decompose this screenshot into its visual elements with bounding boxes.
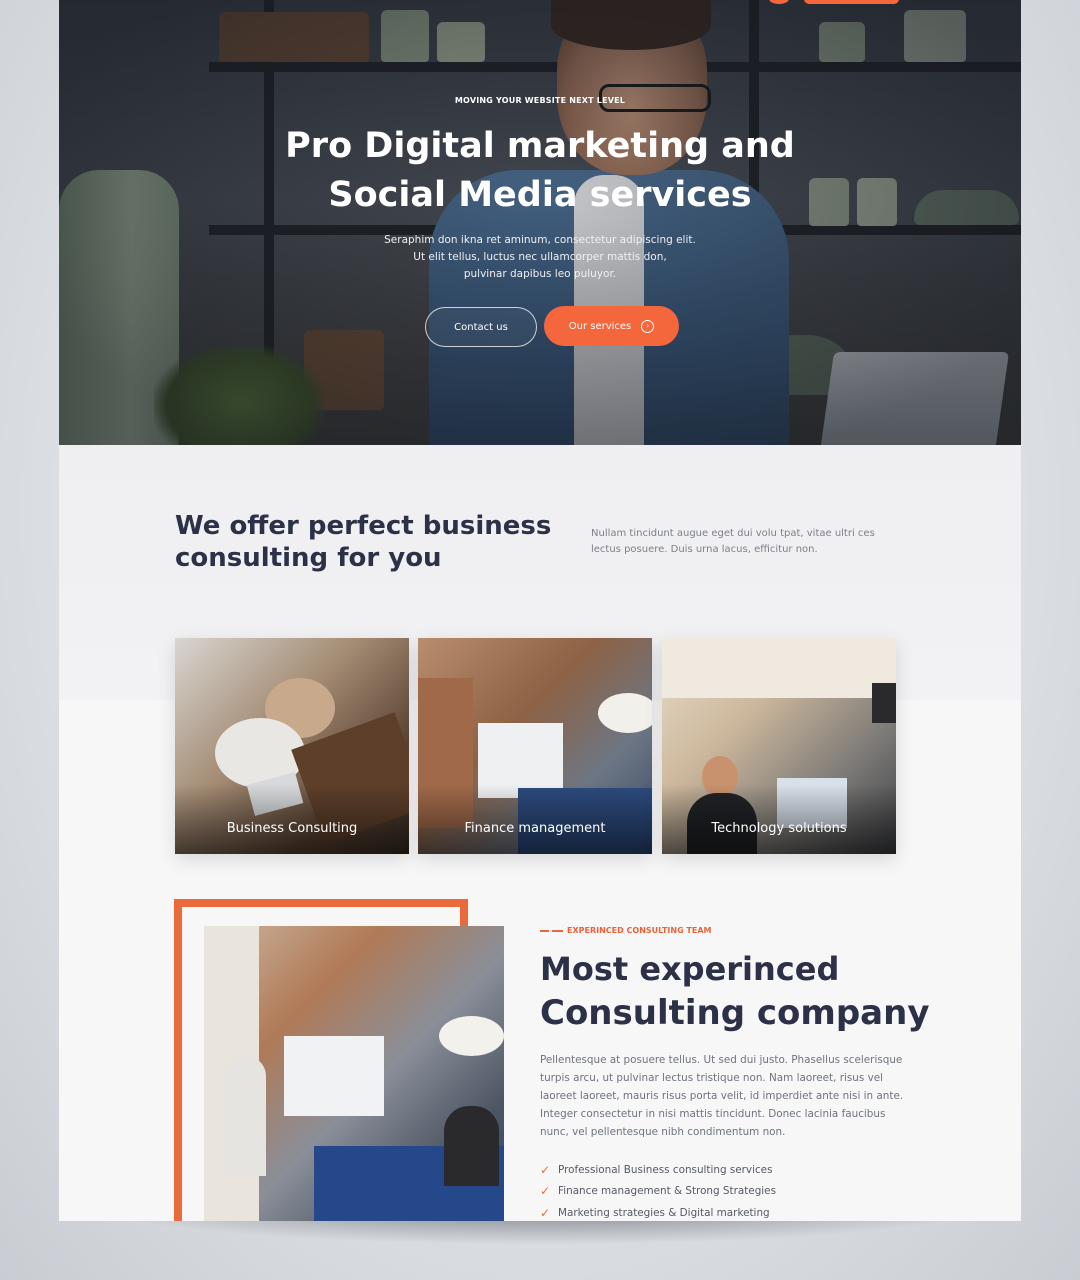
hero-title: Pro Digital marketing and Social Media s… — [59, 122, 1021, 220]
feature-label: Marketing strategies & Digital marketing — [558, 1206, 770, 1219]
offer-title-line1: We offer perfect business — [175, 511, 552, 541]
photo-detail — [284, 1036, 384, 1116]
feature-list-item: ✓ Professional Business consulting servi… — [540, 1159, 776, 1181]
arrow-right-circle-icon: › — [641, 319, 655, 333]
hero-text-line1: Seraphim don ikna ret aminum, consectetu… — [384, 234, 696, 246]
feature-list-item: ✓ Finance management & Strong Strategies — [540, 1181, 776, 1203]
hero-eyebrow: MOVING YOUR WEBSITE NEXT LEVEL — [454, 96, 626, 105]
card-shade — [418, 784, 652, 854]
hero-description: Seraphim don ikna ret aminum, consectetu… — [59, 232, 1021, 283]
card-caption: Technology solutions — [711, 821, 847, 836]
feature-list-item: ✓ Marketing strategies & Digital marketi… — [540, 1202, 776, 1221]
contact-us-button[interactable]: Contact us — [425, 307, 537, 347]
check-icon: ✓ — [540, 1184, 551, 1199]
photo-detail — [598, 693, 652, 733]
feature-label: Professional Business consulting service… — [558, 1163, 773, 1176]
team-photo — [204, 926, 504, 1221]
hero-text-line2: Ut elit tellus, luctus nec ullamcorper m… — [413, 251, 667, 263]
hero-title-line2: Social Media services — [328, 175, 752, 215]
hero-overlay — [59, 0, 1021, 445]
offer-title: We offer perfect business consulting for… — [175, 510, 555, 574]
our-services-button[interactable]: Our services › — [544, 306, 679, 346]
photo-detail — [439, 1016, 504, 1056]
card-shade — [175, 784, 409, 854]
card-shade — [662, 784, 896, 854]
card-caption: Finance management — [464, 821, 606, 836]
photo-detail — [662, 638, 896, 698]
about-eyebrow: EXPERINCED CONSULTING TEAM — [567, 926, 712, 935]
hero-text-line3: pulvinar dapibus leo puluyor. — [463, 268, 617, 280]
eyebrow-dash — [552, 930, 563, 932]
contact-us-label: Contact us — [454, 321, 508, 333]
feature-label: Finance management & Strong Strategies — [558, 1185, 776, 1198]
card-caption: Business Consulting — [226, 821, 358, 836]
about-title-light: Consulting company — [540, 993, 930, 1033]
check-icon: ✓ — [540, 1205, 551, 1220]
nav-cta-button[interactable] — [804, 0, 899, 4]
service-card-business-consulting[interactable]: Business Consulting — [175, 638, 409, 854]
service-card-technology-solutions[interactable]: Technology solutions — [662, 638, 896, 854]
about-title-bold: Most experinced — [540, 950, 840, 988]
offer-description: Nullam tincidunt augue eget dui volu tpa… — [591, 528, 875, 555]
feature-list: ✓ Professional Business consulting servi… — [540, 1159, 776, 1221]
photo-detail — [444, 1106, 499, 1186]
hero-section: MOVING YOUR WEBSITE NEXT LEVEL Pro Digit… — [59, 0, 1021, 445]
photo-detail — [872, 683, 896, 723]
about-description: Pellentesque at posuere tellus. Ut sed d… — [540, 1054, 904, 1138]
our-services-label: Our services — [568, 320, 632, 332]
service-card-finance-management[interactable]: Finance management — [418, 638, 652, 854]
hero-title-line1: Pro Digital marketing and — [285, 126, 795, 166]
check-icon: ✓ — [540, 1162, 551, 1177]
landing-page-mockup: MOVING YOUR WEBSITE NEXT LEVEL Pro Digit… — [59, 0, 1021, 1221]
eyebrow-dash — [540, 930, 549, 932]
photo-detail — [224, 1056, 266, 1176]
offer-title-line2: consulting for you — [175, 543, 442, 573]
